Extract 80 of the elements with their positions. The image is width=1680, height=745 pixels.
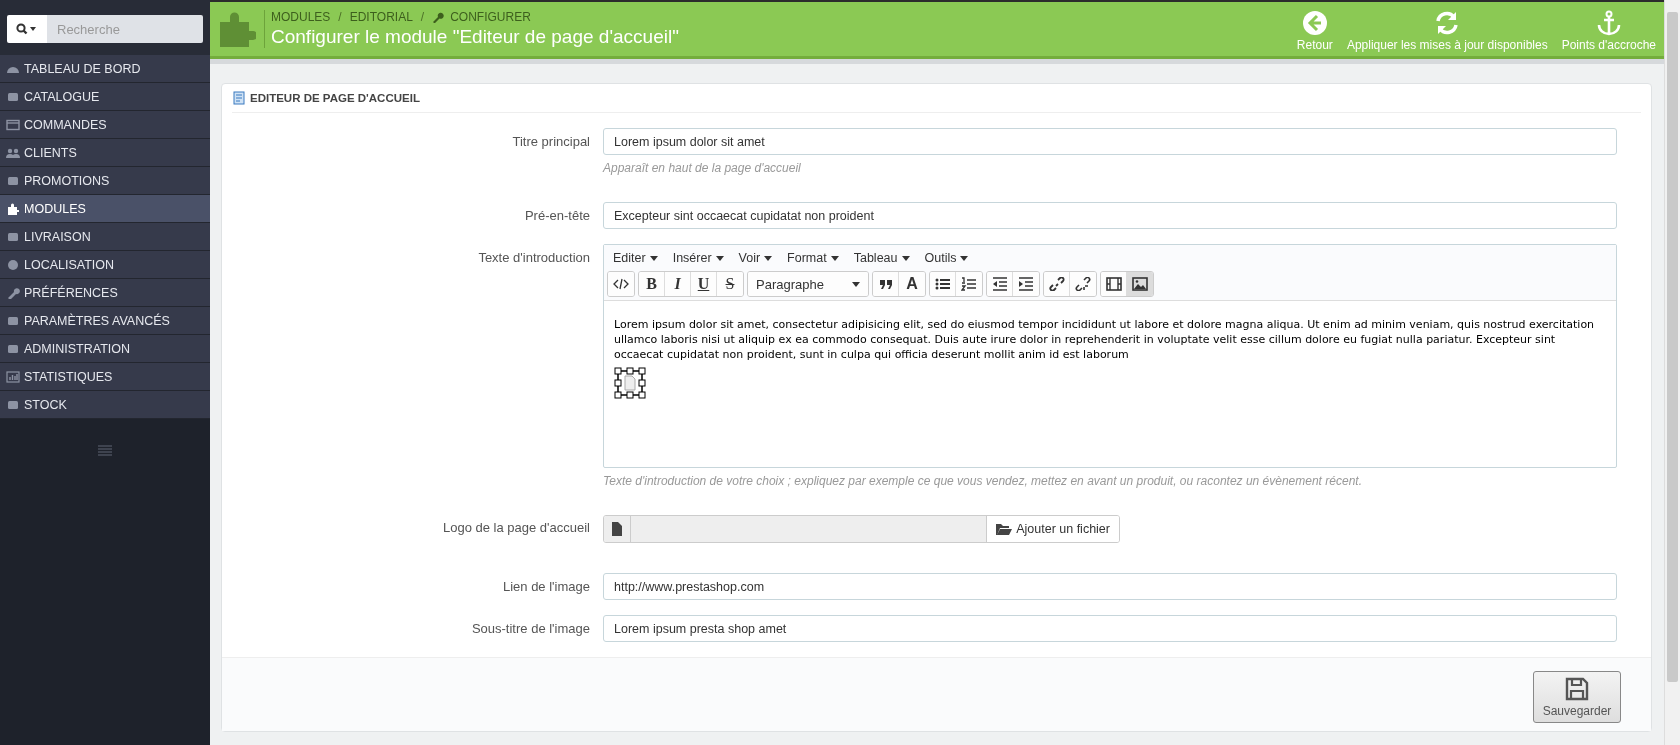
sidebar-item[interactable]: COMMANDES (0, 111, 210, 139)
help-text: Texte d'introduction de votre choix ; expliquez par exemple ce que vous vendez, mettez en avant un produit, ou racontez un évènement récent. (603, 474, 1363, 488)
puzzle-icon (218, 10, 256, 48)
toolbar-button[interactable] (608, 272, 634, 296)
help-text: Apparaît en haut de la page d'accueil (603, 161, 802, 175)
caret-icon (830, 255, 839, 261)
sidebar-item[interactable]: ADMINISTRATION (0, 335, 210, 363)
field-label: Pré-en-tête (523, 207, 591, 225)
sidebar-item[interactable]: CATALOGUE (0, 83, 210, 111)
menu-item[interactable]: Tableau (853, 251, 910, 265)
toolbar-button[interactable] (1127, 272, 1153, 296)
toolbar-button[interactable] (1101, 272, 1127, 296)
scrollbar[interactable] (1664, 0, 1680, 745)
sidebar-item[interactable]: STATISTIQUES (0, 363, 210, 391)
puzzle-icon (6, 202, 20, 215)
page-title: Configurer le module "Editeur de page d'accueil" (271, 26, 680, 48)
caret-icon (649, 255, 658, 261)
breadcrumb-separator: / (337, 10, 343, 24)
text-field[interactable]: Excepteur sint occaecat cupidatat non proident (603, 202, 1617, 229)
indent-icon (1018, 277, 1034, 291)
search-icon[interactable] (7, 15, 47, 43)
search-field[interactable]: Recherche (47, 15, 203, 43)
image-icon (1132, 277, 1148, 291)
wrench-icon (6, 286, 20, 299)
breadcrumb-link[interactable]: MODULES (271, 10, 331, 24)
breadcrumb-separator: / (419, 10, 426, 24)
menu-item[interactable]: Voir (738, 251, 773, 265)
toolbar-button[interactable] (987, 272, 1013, 296)
anchor-icon (1595, 10, 1622, 36)
document-icon (232, 91, 246, 105)
sidebar-item[interactable]: MODULES (0, 195, 210, 223)
sidebar-item[interactable]: PROMOTIONS (0, 167, 210, 195)
chart-icon (6, 370, 20, 383)
toolbar-button[interactable] (873, 272, 899, 296)
text-field[interactable]: Lorem ipsum dolor sit amet (603, 128, 1617, 155)
sidebar-item[interactable]: PARAMÈTRES AVANCÉS (0, 307, 210, 335)
field-label: Lien de l'image (501, 578, 591, 596)
menu-item[interactable]: Insérer (672, 251, 724, 265)
text-field[interactable]: http://www.prestashop.com (603, 573, 1617, 600)
field-label: Sous-titre de l'image (470, 620, 591, 638)
field-label: Logo de la page d'accueil (441, 519, 591, 537)
format-button[interactable]: B (639, 272, 665, 296)
image-placeholder-icon[interactable] (614, 367, 646, 399)
users-icon (6, 146, 20, 159)
link-icon (1048, 277, 1065, 291)
caret-icon (960, 255, 969, 261)
menu-item[interactable]: Outils (924, 251, 969, 265)
card-icon (6, 118, 20, 131)
code-icon (613, 277, 629, 291)
format-dropdown[interactable]: Paragraphe (748, 272, 868, 296)
toolbar-button[interactable] (1044, 272, 1070, 296)
sidebar-item[interactable]: PRÉFÉRENCES (0, 279, 210, 307)
menu-item[interactable]: Format (787, 251, 839, 265)
save-button[interactable]: Sauvegarder (1533, 671, 1621, 723)
caret-icon (764, 255, 773, 261)
text-field[interactable]: Lorem ipsum presta shop amet (603, 615, 1617, 642)
sidebar-item[interactable]: CLIENTS (0, 139, 210, 167)
field-label: Texte d'introduction (477, 249, 591, 267)
breadcrumb-link[interactable]: CONFIGURER (450, 10, 531, 24)
quote-icon (877, 277, 894, 291)
field-label: Titre principal (511, 133, 591, 151)
caret-icon (715, 255, 724, 261)
toolbar-button[interactable] (930, 272, 956, 296)
outdent-icon (991, 277, 1008, 291)
film-icon (1105, 277, 1122, 291)
sidebar-item[interactable]: LIVRAISON (0, 223, 210, 251)
caret-icon (901, 255, 910, 261)
sidebar-item[interactable]: LOCALISATION (0, 251, 210, 279)
caret-icon (852, 281, 860, 287)
menu-item[interactable]: Editer (613, 251, 658, 265)
refresh-icon (1434, 10, 1461, 36)
unlink-icon (1075, 277, 1091, 291)
panel-heading: EDITEUR DE PAGE D'ACCUEIL (250, 92, 420, 104)
wrench-icon (432, 11, 445, 23)
sidebar-item[interactable]: TABLEAU DE BORD (0, 55, 210, 83)
breadcrumb-link[interactable]: EDITORIAL (349, 10, 413, 24)
bullet-list-icon (934, 277, 951, 291)
numbered-list-icon (961, 277, 977, 291)
editor-text: Lorem ipsum dolor sit amet, consectetur adipisicing elit, sed do eiusmod tempor incididunt ut labore et dolore magna aliqua. Ut enim ad minim veniam, quis nostrud exercitation ullamco laboris nisi ut aliquip ex ea commodo consequat. Duis aute irure dolor in reprehenderit in voluptate velit esse cillum dolore eu fugiat nulla pariatur. Excepteur sint occaecat cupidatat non proident, sunt in culpa qui officia deserunt mollit anim id est laborum (614, 317, 1596, 362)
sidebar-item[interactable]: STOCK (0, 391, 210, 419)
